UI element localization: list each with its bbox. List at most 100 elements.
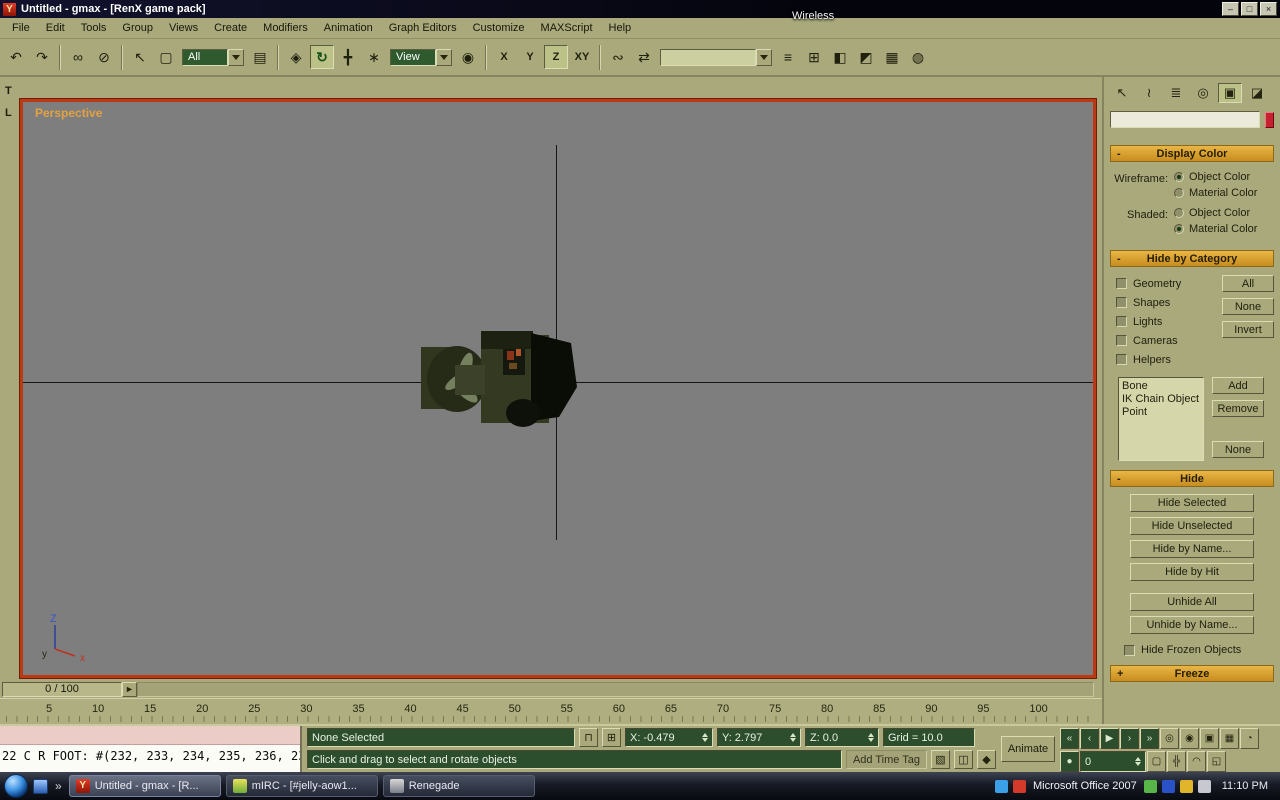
hide-frozen-row[interactable]: Hide Frozen Objects: [1124, 644, 1274, 656]
ik-mode-icon[interactable]: ∾: [606, 45, 630, 69]
tray-icon[interactable]: [1162, 780, 1175, 793]
radio-icon[interactable]: [1174, 208, 1184, 218]
menu-item[interactable]: MAXScript: [533, 19, 601, 38]
category-row[interactable]: Lights: [1116, 312, 1222, 331]
radio-icon[interactable]: [1174, 224, 1184, 234]
tab-hierarchy-icon[interactable]: ≣: [1164, 83, 1188, 103]
status-box-icon[interactable]: ▧: [931, 750, 950, 769]
listener-pane[interactable]: 22 C R FOOT: #(232, 233, 234, 235, 236, …: [0, 745, 300, 772]
tray-icon[interactable]: [995, 780, 1008, 793]
time-slider-arrow-icon[interactable]: ►: [122, 682, 137, 697]
macro-recorder-pane[interactable]: [0, 726, 300, 745]
zoom-extents-icon[interactable]: ▣: [1200, 728, 1219, 749]
category-listbox[interactable]: BoneIK Chain ObjectPoint: [1118, 377, 1204, 461]
hide-button[interactable]: Hide Selected: [1130, 494, 1254, 512]
rollout-display-color[interactable]: - Display Color: [1110, 145, 1274, 162]
rollout-hide-by-category[interactable]: - Hide by Category: [1110, 250, 1274, 267]
close-button[interactable]: ×: [1260, 2, 1277, 16]
restrict-xy-button[interactable]: XY: [570, 45, 594, 69]
y-coordinate-field[interactable]: Y: 2.797: [717, 728, 801, 747]
category-checkbox[interactable]: [1116, 278, 1127, 289]
select-and-move-icon[interactable]: ╋: [336, 45, 360, 69]
category-row[interactable]: Cameras: [1116, 331, 1222, 350]
menu-item[interactable]: Customize: [465, 19, 533, 38]
use-center-icon[interactable]: ◉: [456, 45, 480, 69]
redo-icon[interactable]: ↷: [30, 45, 54, 69]
lock-selection-icon[interactable]: ⊓: [579, 728, 598, 747]
select-object-icon[interactable]: ↖: [128, 45, 152, 69]
category-none-button[interactable]: None: [1222, 298, 1274, 315]
time-slider[interactable]: 0 / 100 ►: [0, 680, 1102, 698]
menu-item[interactable]: Modifiers: [255, 19, 316, 38]
object-name-field[interactable]: [1110, 111, 1260, 128]
tab-utilities-icon[interactable]: ◪: [1245, 83, 1269, 103]
tab-display-icon[interactable]: ▣: [1218, 83, 1242, 103]
quick-render-icon[interactable]: ◍: [906, 45, 930, 69]
undo-icon[interactable]: ↶: [4, 45, 28, 69]
hide-button[interactable]: Hide by Hit: [1130, 563, 1254, 581]
zoom-extents-all-icon[interactable]: ▦: [1220, 728, 1239, 749]
array-icon[interactable]: ⊞: [802, 45, 826, 69]
next-frame-icon[interactable]: ›: [1120, 728, 1139, 749]
select-and-manipulate-icon[interactable]: ∗: [362, 45, 386, 69]
category-checkbox[interactable]: [1116, 354, 1127, 365]
maxscript-mini-listener[interactable]: 22 C R FOOT: #(232, 233, 234, 235, 236, …: [0, 726, 302, 772]
start-button[interactable]: [4, 774, 28, 798]
align-icon[interactable]: ≡: [776, 45, 800, 69]
list-remove-button[interactable]: Remove: [1212, 400, 1264, 417]
go-to-start-icon[interactable]: «: [1060, 728, 1079, 749]
select-by-name-icon[interactable]: ▤: [248, 45, 272, 69]
category-checkbox[interactable]: [1116, 316, 1127, 327]
select-and-rotate-icon[interactable]: ↻: [310, 45, 334, 69]
zoom-all-icon[interactable]: ◉: [1180, 728, 1199, 749]
shaded-object-color-option[interactable]: Object Color: [1174, 207, 1257, 219]
tab-modify-icon[interactable]: ≀: [1137, 83, 1161, 103]
min-max-toggle-icon[interactable]: ◱: [1207, 751, 1226, 772]
dropdown-arrow-icon[interactable]: [436, 49, 452, 66]
unhide-button[interactable]: Unhide All: [1130, 593, 1254, 611]
category-invert-button[interactable]: Invert: [1222, 321, 1274, 338]
tray-icon[interactable]: [1144, 780, 1157, 793]
volume-icon[interactable]: [1198, 780, 1211, 793]
viewport-label[interactable]: Perspective: [35, 106, 102, 120]
schematic-view-icon[interactable]: ◧: [828, 45, 852, 69]
radio-icon[interactable]: [1174, 188, 1184, 198]
hide-button[interactable]: Hide Unselected: [1130, 517, 1254, 535]
tab-motion-icon[interactable]: ◎: [1191, 83, 1215, 103]
selection-filter-dropdown[interactable]: All: [182, 49, 244, 66]
menu-item[interactable]: Group: [114, 19, 161, 38]
quick-launch-icon[interactable]: [33, 779, 48, 794]
category-checkbox[interactable]: [1116, 297, 1127, 308]
quick-launch-chevron-icon[interactable]: »: [53, 779, 64, 793]
timeline-ruler[interactable]: 5101520253035404550556065707580859095100: [0, 698, 1102, 724]
taskbar-button-mirc[interactable]: mIRC - [#jelly-aow1...: [226, 775, 378, 797]
select-and-link-icon[interactable]: ∞: [66, 45, 90, 69]
wireframe-object-color-option[interactable]: Object Color: [1174, 171, 1257, 183]
menu-item[interactable]: File: [4, 19, 38, 38]
time-slider-track[interactable]: [137, 682, 1094, 697]
snap-toggle-icon[interactable]: ◈: [284, 45, 308, 69]
wireframe-material-color-option[interactable]: Material Color: [1174, 187, 1257, 199]
spinner[interactable]: [864, 730, 874, 745]
current-frame-field[interactable]: 0: [1080, 751, 1146, 772]
category-all-button[interactable]: All: [1222, 275, 1274, 292]
taskbar-clock[interactable]: 11:10 PM: [1216, 780, 1276, 792]
absolute-mode-icon[interactable]: ⊞: [602, 728, 621, 747]
category-row[interactable]: Shapes: [1116, 293, 1222, 312]
z-coordinate-field[interactable]: Z: 0.0: [805, 728, 879, 747]
x-coordinate-field[interactable]: X: -0.479: [625, 728, 713, 747]
menu-item[interactable]: Help: [601, 19, 640, 38]
key-mode-icon[interactable]: ●: [1060, 751, 1079, 772]
play-animation-icon[interactable]: ▶: [1100, 728, 1119, 749]
pan-icon[interactable]: ╬: [1167, 751, 1186, 772]
tab-create-icon[interactable]: ↖: [1110, 83, 1134, 103]
frame-display[interactable]: 0 / 100: [2, 682, 122, 697]
spinner[interactable]: [786, 730, 796, 745]
list-none-button[interactable]: None: [1212, 441, 1264, 458]
dropdown-arrow-icon[interactable]: [228, 49, 244, 66]
status-cylinder-icon[interactable]: ◫: [954, 750, 973, 769]
unlink-selection-icon[interactable]: ⊘: [92, 45, 116, 69]
menu-item[interactable]: Views: [161, 19, 206, 38]
status-key-icon[interactable]: ◆: [977, 750, 996, 769]
previous-frame-icon[interactable]: ‹: [1080, 728, 1099, 749]
